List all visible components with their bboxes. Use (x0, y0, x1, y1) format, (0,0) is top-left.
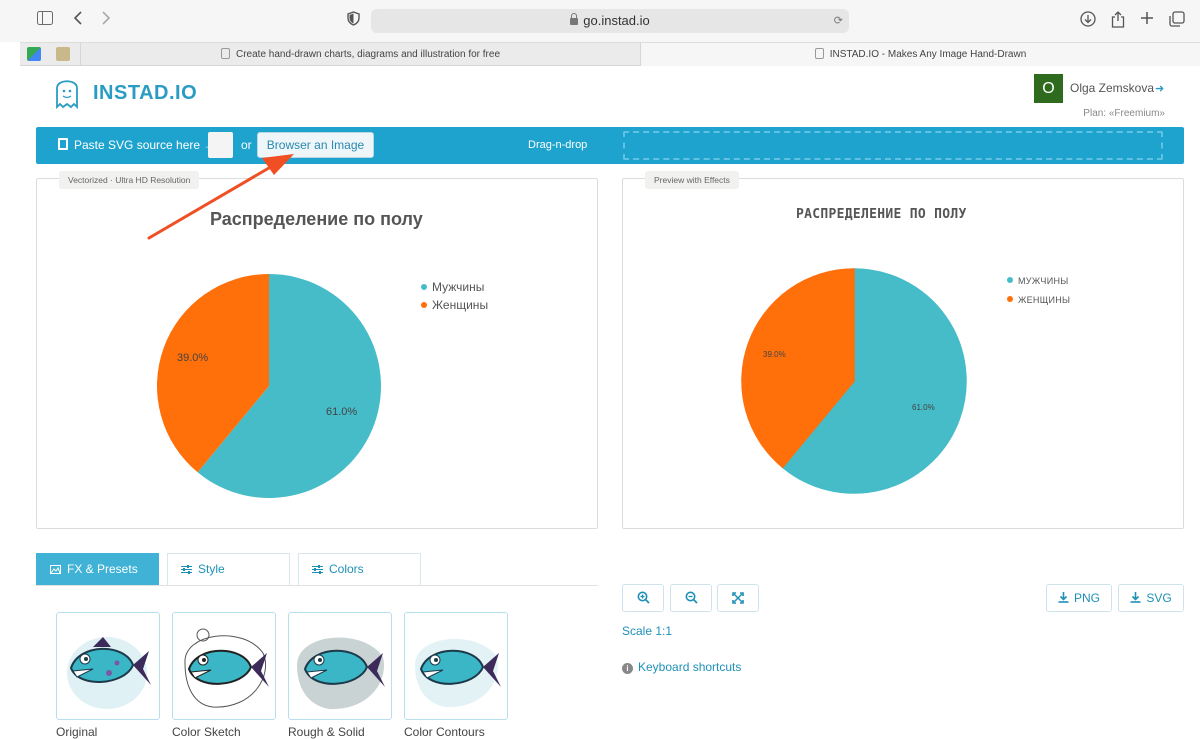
pie-chart (156, 274, 381, 498)
zoom-out-icon (685, 591, 698, 604)
tab-label: FX & Presets (67, 562, 138, 576)
legend-item-men: Мужчины (421, 280, 484, 294)
share-icon[interactable] (1108, 11, 1128, 31)
fish-sketch-icon (184, 628, 269, 708)
sliders-icon (312, 565, 323, 574)
page-icon (220, 48, 230, 59)
keyboard-shortcuts-link[interactable]: i Keyboard shortcuts (622, 660, 741, 674)
preset-color-sketch[interactable] (172, 612, 276, 720)
avatar[interactable]: O (1034, 74, 1063, 103)
download-icon[interactable] (1078, 11, 1098, 31)
slice-label-women: 39.0% (763, 350, 786, 359)
legend-dot (421, 284, 427, 290)
drag-drop-label: Drag-n-drop (528, 139, 588, 151)
sidebar-toggle-icon[interactable] (35, 11, 55, 31)
zoom-in-button[interactable] (622, 584, 664, 612)
svg-label: SVG (1146, 591, 1172, 605)
png-label: PNG (1073, 591, 1100, 605)
tab-create-charts[interactable]: Create hand-drawn charts, diagrams and i… (80, 43, 640, 66)
or-label: or (241, 138, 252, 152)
legend-item-men: МУЖЧИНЫ (1007, 276, 1069, 286)
drag-drop-zone[interactable] (623, 131, 1163, 160)
tab-fx-presets[interactable]: FX & Presets (36, 553, 159, 585)
chart-title: Распределение по полу (210, 209, 423, 229)
upload-bar: Paste SVG source here → or Browser an Im… (36, 127, 1184, 164)
tab-title: Create hand-drawn charts, diagrams and i… (235, 49, 501, 60)
paste-svg-label: Paste SVG source here → (74, 138, 216, 152)
forward-icon[interactable] (96, 11, 116, 31)
tab-overview-icon[interactable] (1167, 11, 1187, 31)
legend-label: ЖЕНЩИНЫ (1018, 295, 1071, 305)
download-png-button[interactable]: PNG (1046, 584, 1112, 612)
paste-icon (58, 138, 68, 150)
vectorized-tag: Vectorized · Ultra HD Resolution (59, 171, 200, 189)
tab-colors[interactable]: Colors (298, 553, 421, 585)
tab-bar: Create hand-drawn charts, diagrams and i… (20, 42, 1200, 66)
scale-label: Scale 1:1 (622, 624, 673, 638)
shortcuts-label: Keyboard shortcuts (638, 660, 742, 674)
slice-label-women: 39.0% (177, 352, 209, 364)
download-svg-button[interactable]: SVG (1118, 584, 1184, 612)
legend-item-women: ЖЕНЩИНЫ (1007, 295, 1070, 305)
page-icon (814, 48, 824, 59)
user-name[interactable]: Olga Zemskova (1070, 81, 1154, 95)
tab-label: Colors (329, 562, 364, 576)
url-text: go.instad.io (583, 13, 650, 28)
legend-label: МУЖЧИНЫ (1018, 276, 1069, 286)
privacy-shield-icon[interactable] (343, 11, 363, 31)
translate-reload-icons[interactable]: ⟳ (834, 9, 843, 33)
expand-icon (732, 592, 744, 604)
preview-tag: Preview with Effects (645, 171, 739, 189)
fish-original-icon (67, 637, 151, 709)
maps-favicon-icon[interactable] (27, 47, 41, 61)
zoom-in-icon (637, 591, 650, 604)
tab-instad[interactable]: INSTAD.IO - Makes Any Image Hand-Drawn (640, 43, 1200, 66)
legend-item-women: Женщины (421, 298, 488, 312)
slice-label-men: 61.0% (912, 403, 935, 412)
browse-image-button[interactable]: Browser an Image (257, 132, 374, 158)
tab-style[interactable]: Style (167, 553, 290, 585)
fit-screen-button[interactable] (717, 584, 759, 612)
preset-rough-solid[interactable] (288, 612, 392, 720)
vectorized-panel: Vectorized · Ultra HD Resolution Распред… (36, 171, 598, 529)
preset-color-contours[interactable] (404, 612, 508, 720)
info-icon: i (622, 663, 633, 674)
logo-text[interactable]: INSTAD.IO (93, 82, 197, 105)
left-margin (0, 42, 20, 737)
bookmark-favicon-icon[interactable] (56, 47, 70, 61)
tab-label: Style (198, 562, 225, 576)
legend-dot (1007, 296, 1013, 302)
sliders-icon (181, 565, 192, 574)
download-icon (1130, 592, 1141, 603)
image-icon (50, 565, 61, 574)
sketch-chart-title: РАСПРЕДЕЛЕНИЕ ПО ПОЛУ (796, 207, 967, 222)
tabs-divider (36, 585, 598, 586)
preset-original[interactable] (56, 612, 160, 720)
legend-label: Мужчины (432, 280, 485, 294)
tab-title: INSTAD.IO - Makes Any Image Hand-Drawn (829, 49, 1027, 60)
browser-toolbar: go.instad.io ⟳ (0, 0, 1200, 42)
lock-icon (570, 13, 579, 25)
download-icon (1058, 592, 1069, 603)
new-tab-icon[interactable] (1137, 11, 1157, 31)
slice-label-men: 61.0% (326, 406, 358, 418)
plan-label: Plan: «Freemium» (1083, 108, 1165, 119)
legend-dot (421, 302, 427, 308)
back-icon[interactable] (68, 11, 88, 31)
address-bar[interactable]: go.instad.io ⟳ (371, 9, 849, 33)
legend-label: Женщины (432, 298, 489, 312)
ghost-logo-icon[interactable] (54, 74, 80, 110)
svg-source-input[interactable] (208, 132, 233, 158)
legend-dot (1007, 277, 1013, 283)
zoom-out-button[interactable] (670, 584, 712, 612)
fish-rough-icon (297, 637, 385, 710)
preview-panel: Preview with Effects РАСПРЕДЕЛЕНИЕ ПО ПО… (622, 171, 1184, 529)
sketch-pie-chart (741, 268, 967, 494)
logout-icon[interactable]: ➜ (1155, 82, 1164, 95)
fish-contours-icon (415, 638, 501, 708)
